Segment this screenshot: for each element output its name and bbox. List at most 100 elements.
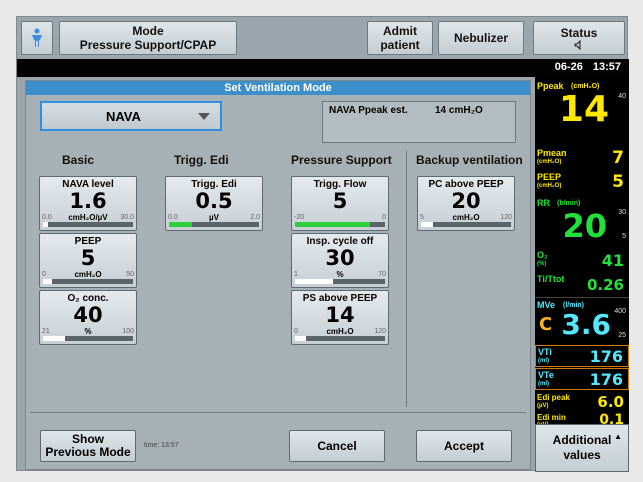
vte-label: VTe bbox=[538, 370, 554, 380]
rr-value: 20 bbox=[562, 207, 607, 245]
param-min: 0 bbox=[42, 271, 46, 278]
vti-unit: (ml) bbox=[538, 358, 549, 364]
mve-min: 25 bbox=[618, 332, 626, 339]
additional-line2: values bbox=[563, 448, 601, 462]
column-basic: Basic bbox=[62, 153, 95, 167]
ppeak-max: 40 bbox=[618, 93, 626, 100]
additional-values-button[interactable]: ▲ Additional values bbox=[535, 424, 629, 472]
cancel-button[interactable]: Cancel bbox=[289, 430, 385, 462]
o2-label: O₂ bbox=[537, 250, 548, 260]
param-value: 20 bbox=[451, 189, 481, 213]
ventilator-screen: Mode Pressure Support/CPAP Admit patient… bbox=[16, 16, 629, 472]
mode-button[interactable]: Mode Pressure Support/CPAP bbox=[59, 21, 237, 55]
param-trigg-edi[interactable]: Trigg. Edi 0.5 µV 0.0 2.0 bbox=[165, 176, 263, 231]
admit-patient-button[interactable]: Admit patient bbox=[367, 21, 433, 55]
param-o2-conc[interactable]: O₂ conc. 40% 21 100 bbox=[39, 290, 137, 345]
param-level-bar bbox=[169, 222, 259, 227]
param-pc-above-peep[interactable]: PC above PEEP 20 cmH₂O 5 120 bbox=[417, 176, 515, 231]
accept-button[interactable]: Accept bbox=[416, 430, 512, 462]
param-value: 14 bbox=[325, 303, 355, 327]
edi-peak-value: 6.0 bbox=[597, 393, 624, 411]
param-min: 21 bbox=[42, 328, 50, 335]
vti-value: 176 bbox=[589, 347, 623, 366]
vti-row: VTi (ml) 176 bbox=[535, 345, 629, 367]
show-prev-line2: Previous Mode bbox=[45, 445, 131, 459]
param-level-bar bbox=[295, 336, 385, 341]
ppeak-row: Ppeak (cmH₂O) 14 40 bbox=[535, 79, 629, 133]
param-min: 0 bbox=[294, 328, 298, 335]
param-level-fill bbox=[295, 222, 370, 227]
pmean-label: Pmean bbox=[537, 148, 567, 158]
o2-unit: (%) bbox=[537, 261, 547, 267]
param-min: -20 bbox=[294, 214, 305, 221]
param-value: 5 bbox=[80, 246, 96, 270]
param-trigg-flow[interactable]: Trigg. Flow 5 -20 0 bbox=[291, 176, 389, 231]
edi-peak-label: Edi peak bbox=[537, 393, 570, 402]
param-nava-level[interactable]: NAVA level 1.6 cmH₂O/µV 0.0 30.0 bbox=[39, 176, 137, 231]
time: 13:57 bbox=[592, 61, 621, 73]
column-divider bbox=[406, 151, 407, 407]
param-unit: µV bbox=[209, 213, 219, 222]
param-level-bar bbox=[43, 222, 133, 227]
mve-max: 400 bbox=[614, 308, 626, 315]
show-previous-mode-button[interactable]: Show Previous Mode bbox=[40, 430, 136, 462]
param-max: 70 bbox=[378, 271, 386, 278]
mode-select-value: NAVA bbox=[106, 108, 141, 124]
param-level-fill bbox=[295, 336, 306, 341]
column-pressure-support: Pressure Support bbox=[291, 153, 392, 167]
pmean-unit: (cmH₂O) bbox=[537, 159, 562, 165]
param-level-fill bbox=[421, 222, 433, 227]
param-max: 50 bbox=[126, 271, 134, 278]
param-min: 5 bbox=[420, 214, 424, 221]
edi-peak-row: Edi peak (µV) 6.0 bbox=[535, 391, 629, 411]
mve-row: MVe (l/min) C 3.6 400 25 bbox=[535, 297, 629, 345]
status-button[interactable]: Status bbox=[533, 21, 625, 55]
time-note: time: 13:57 bbox=[144, 442, 179, 449]
mode-button-label: Mode bbox=[132, 24, 164, 38]
nebulizer-button[interactable]: Nebulizer bbox=[438, 21, 524, 55]
param-level-bar bbox=[295, 222, 385, 227]
param-max: 0 bbox=[382, 214, 386, 221]
set-ventilation-mode-panel: Set Ventilation Mode NAVA NAVA Ppeak est… bbox=[25, 80, 531, 470]
o2-row: O₂ (%) 41 bbox=[535, 249, 629, 271]
titot-row: Ti/Ttot 0.26 bbox=[535, 273, 629, 295]
patient-button[interactable] bbox=[21, 21, 53, 55]
param-ps-above-peep[interactable]: PS above PEEP 14 cmH₂O 0 120 bbox=[291, 290, 389, 345]
mode-button-value: Pressure Support/CPAP bbox=[79, 38, 217, 52]
status-label: Status bbox=[560, 26, 598, 40]
panel-title: Set Ventilation Mode bbox=[26, 81, 530, 95]
mode-select[interactable]: NAVA bbox=[40, 101, 222, 131]
nebulizer-label: Nebulizer bbox=[453, 31, 508, 45]
param-insp-cycle-off[interactable]: Insp. cycle off 30% 1 70 bbox=[291, 233, 389, 288]
param-level-bar bbox=[43, 336, 133, 341]
admit-line1: Admit bbox=[383, 24, 417, 38]
param-unit: % bbox=[336, 270, 344, 279]
edi-peak-unit: (µV) bbox=[537, 403, 549, 409]
param-min: 0.0 bbox=[168, 214, 178, 221]
date: 06-26 bbox=[554, 61, 583, 73]
param-value: 0.5 bbox=[195, 189, 233, 213]
rr-row: RR (b/min) 20 30 5 bbox=[535, 197, 629, 249]
param-level-fill bbox=[295, 279, 333, 284]
peep-label: PEEP bbox=[537, 172, 562, 182]
rr-min: 5 bbox=[622, 233, 626, 240]
param-max: 2.0 bbox=[250, 214, 260, 221]
param-min: 0.0 bbox=[42, 214, 52, 221]
chevron-down-icon bbox=[198, 113, 210, 120]
param-max: 100 bbox=[122, 328, 134, 335]
cancel-label: Cancel bbox=[317, 438, 357, 453]
param-peep[interactable]: PEEP 5 cmH₂O 0 50 bbox=[39, 233, 137, 288]
mve-prefix: C bbox=[539, 314, 553, 335]
param-level-bar bbox=[43, 279, 133, 284]
accept-label: Accept bbox=[443, 438, 484, 453]
person-icon bbox=[32, 28, 42, 47]
nava-ppeak-estimate: NAVA Ppeak est. 14 cmH₂O bbox=[322, 101, 516, 143]
peep-unit: (cmH₂O) bbox=[537, 183, 562, 189]
peep-value: 5 bbox=[612, 172, 624, 192]
param-max: 120 bbox=[500, 214, 512, 221]
triangle-up-icon: ▲ bbox=[614, 432, 622, 441]
estimate-value: 14 cmH₂O bbox=[435, 105, 483, 116]
param-unit: cmH₂O bbox=[74, 270, 102, 279]
estimate-label: NAVA Ppeak est. bbox=[329, 105, 408, 116]
pmean-row: Pmean (cmH₂O) 7 bbox=[535, 147, 629, 169]
